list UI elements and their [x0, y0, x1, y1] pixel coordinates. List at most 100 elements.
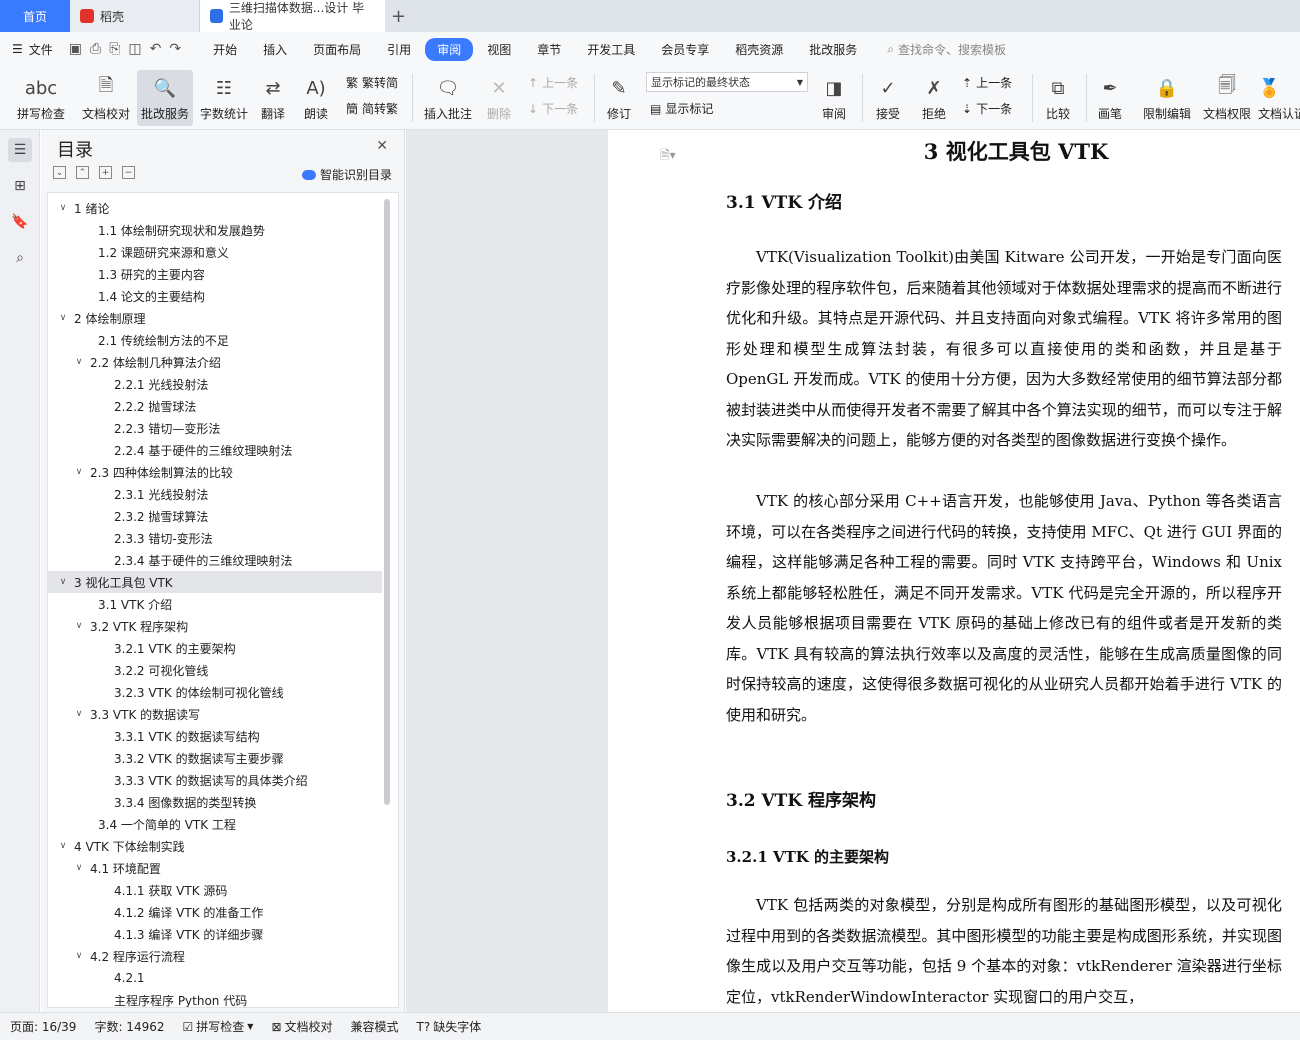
- toc-item[interactable]: ∨ 3 视化工具包 VTK: [48, 571, 382, 593]
- toc-item[interactable]: 1.1 体绘制研究现状和发展趋势: [48, 219, 382, 241]
- page-indicator[interactable]: 页面: 16/39: [10, 1018, 76, 1035]
- toc-item[interactable]: ∨ 4 VTK 下体绘制实践: [48, 835, 382, 857]
- plus-icon[interactable]: +: [99, 166, 112, 179]
- missing-font[interactable]: T? 缺失字体: [417, 1018, 482, 1035]
- toc-item[interactable]: 3.3.2 VTK 的数据读写主要步骤: [48, 747, 382, 769]
- review-button[interactable]: ◨ 审阅: [814, 70, 854, 126]
- smart-toc-button[interactable]: 智能识别目录: [301, 166, 392, 183]
- toc-item[interactable]: ∨ 3.2 VTK 程序架构: [48, 615, 382, 637]
- toc-item[interactable]: 3.2.1 VTK 的主要架构: [48, 637, 382, 659]
- prev-change-button[interactable]: ⇡ 上一条: [962, 74, 1012, 91]
- toc-item[interactable]: 3.3.3 VTK 的数据读写的具体类介绍: [48, 769, 382, 791]
- collapse-all-icon[interactable]: ⌃: [76, 166, 89, 179]
- command-search[interactable]: ⌕ 查找命令、搜索模板: [887, 41, 1006, 58]
- toc-item[interactable]: 2.1 传统绘制方法的不足: [48, 329, 382, 351]
- chapter-nav-icon[interactable]: ⊞: [8, 174, 32, 198]
- bookmark-icon[interactable]: 🔖: [8, 210, 32, 234]
- toc-item[interactable]: 主程序程序 Python 代码: [48, 989, 382, 1008]
- chevron-down-icon[interactable]: ∨: [72, 863, 86, 873]
- toc-item[interactable]: 3.4 一个简单的 VTK 工程: [48, 813, 382, 835]
- page-options-icon[interactable]: 🗎▾: [660, 146, 676, 167]
- trad-to-simp-button[interactable]: 繁繁转简: [346, 74, 398, 91]
- toc-item[interactable]: ∨ 2 体绘制原理: [48, 307, 382, 329]
- pen-button[interactable]: ✒ 画笔: [1092, 70, 1128, 126]
- chevron-down-icon[interactable]: ∨: [56, 203, 70, 213]
- menu-item[interactable]: 引用: [375, 38, 423, 61]
- toc-item[interactable]: 2.3.4 基于硬件的三维纹理映射法: [48, 549, 382, 571]
- markup-state-select[interactable]: 显示标记的最终状态 ▼: [646, 72, 808, 92]
- toc-item[interactable]: ∨ 2.2 体绘制几种算法介绍: [48, 351, 382, 373]
- chevron-down-icon[interactable]: ∨: [72, 621, 86, 631]
- doc-certify-button[interactable]: 🏅 文档认证: [1258, 70, 1300, 126]
- status-proofread[interactable]: ⊠ 文档校对: [271, 1018, 332, 1035]
- doc-permission-button[interactable]: 🗐 文档权限: [1200, 70, 1254, 126]
- reject-button[interactable]: ✗ 拒绝: [914, 70, 954, 126]
- toc-item[interactable]: 4.1.2 编译 VTK 的准备工作: [48, 901, 382, 923]
- tab-home[interactable]: 首页: [0, 0, 70, 32]
- toc-item[interactable]: 3.2.2 可视化管线: [48, 659, 382, 681]
- chevron-down-icon[interactable]: ∨: [72, 357, 86, 367]
- toc-item[interactable]: 1.4 论文的主要结构: [48, 285, 382, 307]
- toc-item[interactable]: ∨ 4.1 环境配置: [48, 857, 382, 879]
- grading-button[interactable]: 🔍 批改服务: [137, 70, 193, 126]
- restrict-edit-button[interactable]: 🔒 限制编辑: [1140, 70, 1194, 126]
- accept-button[interactable]: ✓ 接受: [868, 70, 908, 126]
- insert-comment-button[interactable]: 🗨 插入批注: [420, 70, 476, 126]
- preview-icon[interactable]: ◫: [128, 41, 141, 57]
- chevron-down-icon[interactable]: ∨: [72, 951, 86, 961]
- chevron-down-icon[interactable]: ∨: [72, 467, 86, 477]
- file-menu[interactable]: ☰ 文件: [12, 41, 53, 58]
- toc-item[interactable]: 1.2 课题研究来源和意义: [48, 241, 382, 263]
- translate-button[interactable]: ⇄ 翻译: [254, 70, 292, 126]
- revise-button[interactable]: ✎ 修订: [600, 70, 638, 126]
- toc-item[interactable]: 3.3.1 VTK 的数据读写结构: [48, 725, 382, 747]
- toc-item[interactable]: 2.2.2 抛雪球法: [48, 395, 382, 417]
- simp-to-trad-button[interactable]: 簡简转繁: [346, 100, 398, 117]
- toc-item[interactable]: 2.3.2 抛雪球算法: [48, 505, 382, 527]
- toc-item[interactable]: 3.3.4 图像数据的类型转换: [48, 791, 382, 813]
- undo-icon[interactable]: ↶: [150, 41, 162, 57]
- toc-item[interactable]: 1.3 研究的主要内容: [48, 263, 382, 285]
- print-icon[interactable]: ⎘: [109, 41, 120, 57]
- toc-item[interactable]: 2.2.3 错切—变形法: [48, 417, 382, 439]
- delete-comment-button[interactable]: ✕ 删除: [480, 70, 518, 126]
- toc-item[interactable]: 2.3.1 光线投射法: [48, 483, 382, 505]
- toc-item[interactable]: 4.1.1 获取 VTK 源码: [48, 879, 382, 901]
- toc-item[interactable]: ∨ 3.3 VTK 的数据读写: [48, 703, 382, 725]
- export-icon[interactable]: ⎙: [90, 41, 101, 57]
- toc-item[interactable]: 2.3.3 错切-变形法: [48, 527, 382, 549]
- chevron-down-icon[interactable]: ∨: [56, 313, 70, 323]
- next-comment-button[interactable]: ↓ 下一条: [528, 100, 578, 117]
- toc-item[interactable]: ∨ 2.3 四种体绘制算法的比较: [48, 461, 382, 483]
- toc-item[interactable]: 2.2.4 基于硬件的三维纹理映射法: [48, 439, 382, 461]
- toc-item[interactable]: 4.1.3 编译 VTK 的详细步骤: [48, 923, 382, 945]
- status-spellcheck[interactable]: ☑ 拼写检查 ▼: [183, 1018, 254, 1035]
- wordcount-button[interactable]: ☷ 字数统计: [197, 70, 251, 126]
- save-icon[interactable]: ▣: [69, 41, 82, 57]
- menu-item[interactable]: 开始: [201, 38, 249, 61]
- next-change-button[interactable]: ⇣ 下一条: [962, 100, 1012, 117]
- toc-item[interactable]: 3.2.3 VTK 的体绘制可视化管线: [48, 681, 382, 703]
- tab-document[interactable]: 三维扫描体数据...设计 毕业论: [200, 0, 385, 32]
- chevron-down-icon[interactable]: ∨: [56, 577, 70, 587]
- toc-item[interactable]: 2.2.1 光线投射法: [48, 373, 382, 395]
- minus-icon[interactable]: −: [122, 166, 135, 179]
- search-panel-icon[interactable]: ⌕: [8, 246, 32, 270]
- expand-all-icon[interactable]: ⌄: [53, 166, 66, 179]
- toc-item[interactable]: 4.2.1: [48, 967, 382, 989]
- menu-item[interactable]: 章节: [525, 38, 573, 61]
- toc-item[interactable]: 3.1 VTK 介绍: [48, 593, 382, 615]
- toc-scrollbar[interactable]: [384, 199, 390, 805]
- document-page[interactable]: 🗎▾ 3 视化工具包 VTK 3.1 VTK 介绍 VTK(Visualizat…: [608, 130, 1300, 1012]
- menu-item[interactable]: 页面布局: [301, 38, 373, 61]
- menu-item[interactable]: 会员专享: [649, 38, 721, 61]
- add-tab-button[interactable]: +: [385, 0, 412, 32]
- menu-item[interactable]: 插入: [251, 38, 299, 61]
- show-markup-button[interactable]: ▤ 显示标记: [650, 100, 713, 117]
- menu-item[interactable]: 视图: [475, 38, 523, 61]
- tab-daoke[interactable]: 稻壳: [70, 0, 200, 32]
- proofread-button[interactable]: 🗎 文档校对: [78, 70, 134, 126]
- toc-item[interactable]: ∨ 1 绪论: [48, 197, 382, 219]
- menu-item[interactable]: 稻壳资源: [723, 38, 795, 61]
- close-icon[interactable]: ✕: [376, 138, 388, 154]
